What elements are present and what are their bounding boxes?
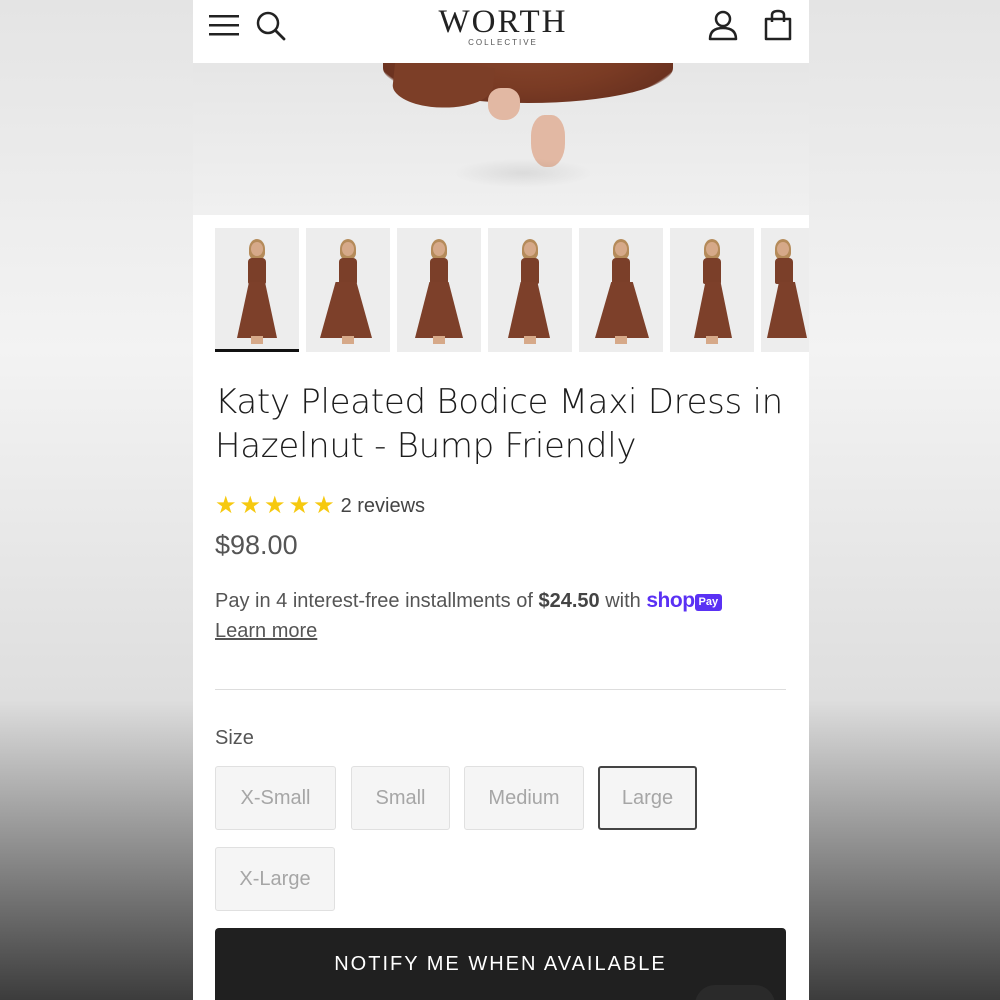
account-icon[interactable] — [707, 9, 739, 41]
product-rating[interactable]: ★ ★ ★ ★ ★ 2 reviews — [215, 492, 425, 520]
notify-me-button[interactable]: NOTIFY ME WHEN AVAILABLE — [215, 928, 786, 1000]
chat-widget[interactable] — [695, 985, 775, 1000]
model-figure — [706, 242, 718, 256]
model-figure — [251, 242, 263, 256]
model-figure — [508, 282, 550, 338]
brand-logo[interactable]: WORTH COLLECTIVE — [423, 4, 583, 47]
thumbnail[interactable] — [488, 228, 572, 352]
product-main-image[interactable] — [193, 63, 809, 215]
bag-icon[interactable] — [763, 9, 793, 41]
search-icon[interactable] — [255, 10, 287, 42]
model-figure — [342, 336, 354, 344]
size-option-medium[interactable]: Medium — [464, 766, 584, 830]
learn-more-link[interactable]: Learn more — [215, 620, 317, 642]
model-figure — [775, 258, 793, 284]
installments-text: Pay in 4 interest-free installments of — [215, 590, 533, 612]
reviews-count[interactable]: 2 reviews — [341, 495, 425, 518]
thumbnail[interactable] — [306, 228, 390, 352]
menu-icon[interactable] — [209, 12, 239, 38]
star-icon: ★ — [288, 492, 311, 519]
background-right — [809, 0, 1000, 1000]
size-option-large[interactable]: Large — [598, 766, 697, 830]
divider — [215, 689, 786, 690]
shop-pay-logo: shop — [646, 589, 695, 612]
dress-fold — [390, 63, 496, 114]
model-figure — [342, 242, 354, 256]
model-figure — [320, 282, 372, 338]
background-left — [0, 0, 193, 1000]
model-figure — [237, 282, 277, 338]
size-option-small[interactable]: Small — [351, 766, 450, 830]
star-icon: ★ — [264, 492, 286, 519]
model-figure — [430, 258, 448, 284]
product-price: $98.00 — [215, 530, 298, 560]
model-figure — [703, 258, 721, 284]
model-figure — [615, 336, 627, 344]
model-figure — [339, 258, 357, 284]
floor-shadow — [453, 158, 593, 188]
site-header: WORTH COLLECTIVE — [193, 0, 809, 63]
model-figure — [777, 242, 789, 256]
model-figure — [706, 336, 718, 344]
model-figure — [415, 282, 463, 338]
left-foot — [488, 88, 520, 120]
star-icon: ★ — [313, 492, 335, 519]
size-option-x-small[interactable]: X-Small — [215, 766, 336, 830]
thumbnail[interactable] — [761, 228, 809, 352]
thumbnail[interactable] — [670, 228, 754, 352]
star-rating: ★ ★ ★ ★ ★ — [215, 494, 335, 518]
shop-pay-badge: Pay — [694, 594, 723, 611]
star-icon: ★ — [239, 492, 262, 519]
phone-screen: WORTH COLLECTIVE Katy Pleated Bodice Max… — [193, 0, 809, 1000]
installment-amount: $24.50 — [538, 590, 600, 612]
product-title: Katy Pleated Bodice Maxi Dress in Hazeln… — [215, 382, 783, 466]
model-figure — [767, 282, 807, 338]
size-option-x-large[interactable]: X-Large — [215, 847, 335, 911]
model-figure — [524, 336, 536, 344]
model-figure — [615, 242, 627, 256]
size-label: Size — [215, 727, 254, 749]
star-icon: ★ — [215, 492, 237, 519]
model-figure — [433, 242, 445, 256]
thumbnail-strip[interactable] — [215, 228, 809, 356]
model-figure — [251, 336, 263, 344]
logo-wordmark: WORTH — [438, 4, 568, 40]
thumbnail[interactable] — [397, 228, 481, 352]
model-figure — [521, 258, 539, 284]
model-figure — [433, 336, 445, 344]
thumbnail[interactable] — [215, 228, 299, 352]
model-figure — [248, 258, 266, 284]
thumbnail[interactable] — [579, 228, 663, 352]
model-figure — [595, 282, 649, 338]
installments-with: with — [605, 590, 641, 612]
model-figure — [612, 258, 630, 284]
installments-info: Pay in 4 interest-free installments of $… — [215, 586, 795, 646]
model-figure — [524, 242, 536, 256]
model-figure — [694, 282, 732, 338]
